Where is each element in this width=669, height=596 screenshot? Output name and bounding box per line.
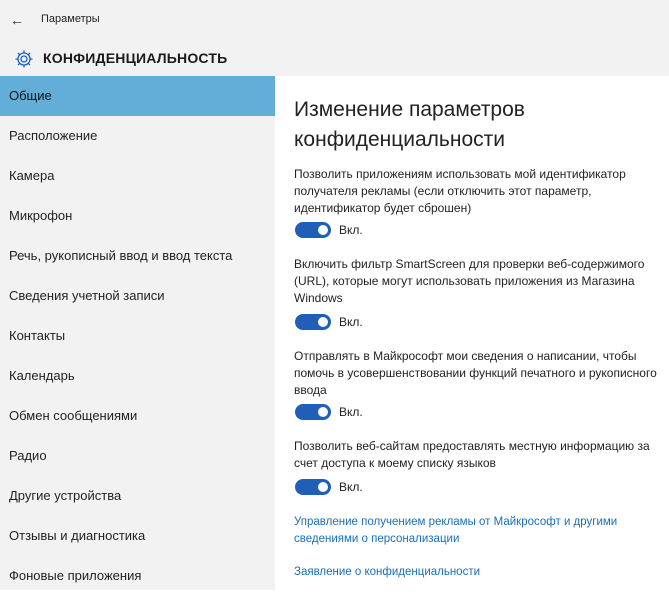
toggle-knob [318,225,328,235]
toggle-switch[interactable] [295,222,331,238]
sidebar-item-radio[interactable]: Радио [0,436,275,476]
ads-settings-link[interactable]: Управление получением рекламы от Майкрос… [294,514,664,548]
setting-description: Отправлять в Майкрософт мои сведения о н… [294,349,657,397]
toggle-knob [318,407,328,417]
sidebar-item-location[interactable]: Расположение [0,116,275,156]
toggle-knob [318,317,328,327]
section-title: КОНФИДЕНЦИАЛЬНОСТЬ [43,50,228,66]
sidebar-item-general[interactable]: Общие [0,76,275,116]
sidebar-item-calendar[interactable]: Календарь [0,356,275,396]
toggle-switch[interactable] [295,314,331,330]
page-title: Изменение параметров конфиденциальности [294,95,654,155]
main-content: Изменение параметров конфиденциальности … [275,76,669,590]
back-button[interactable]: ← [6,10,28,30]
app-title: Параметры [41,13,100,25]
sidebar-item-speech[interactable]: Речь, рукописный ввод и ввод текста [0,236,275,276]
toggle-switch[interactable] [295,404,331,420]
gear-icon [15,50,33,68]
sidebar: Общие Расположение Камера Микрофон Речь,… [0,76,275,590]
toggle-state-label: Вкл. [339,480,363,494]
sidebar-item-feedback[interactable]: Отзывы и диагностика [0,516,275,556]
sidebar-item-camera[interactable]: Камера [0,156,275,196]
page-title-line2: конфиденциальности [294,128,505,151]
setting-description: Позволить приложениям использовать мой и… [294,167,626,215]
sidebar-item-background-apps[interactable]: Фоновые приложения [0,556,275,596]
toggle-switch[interactable] [295,479,331,495]
privacy-statement-link[interactable]: Заявление о конфиденциальности [294,564,664,581]
page-header: КОНФИДЕНЦИАЛЬНОСТЬ [0,40,669,76]
back-arrow-icon: ← [10,12,24,28]
toggle-state-label: Вкл. [339,223,363,237]
sidebar-item-account-info[interactable]: Сведения учетной записи [0,276,275,316]
sidebar-item-microphone[interactable]: Микрофон [0,196,275,236]
setting-description: Позволить веб-сайтам предоставлять местн… [294,439,650,470]
sidebar-item-other-devices[interactable]: Другие устройства [0,476,275,516]
toggle-state-label: Вкл. [339,405,363,419]
toggle-knob [318,482,328,492]
sidebar-item-contacts[interactable]: Контакты [0,316,275,356]
toggle-state-label: Вкл. [339,315,363,329]
title-bar: ← Параметры [0,0,669,40]
setting-description: Включить фильтр SmartScreen для проверки… [294,257,645,305]
page-title-line1: Изменение параметров [294,98,525,121]
sidebar-item-messaging[interactable]: Обмен сообщениями [0,396,275,436]
